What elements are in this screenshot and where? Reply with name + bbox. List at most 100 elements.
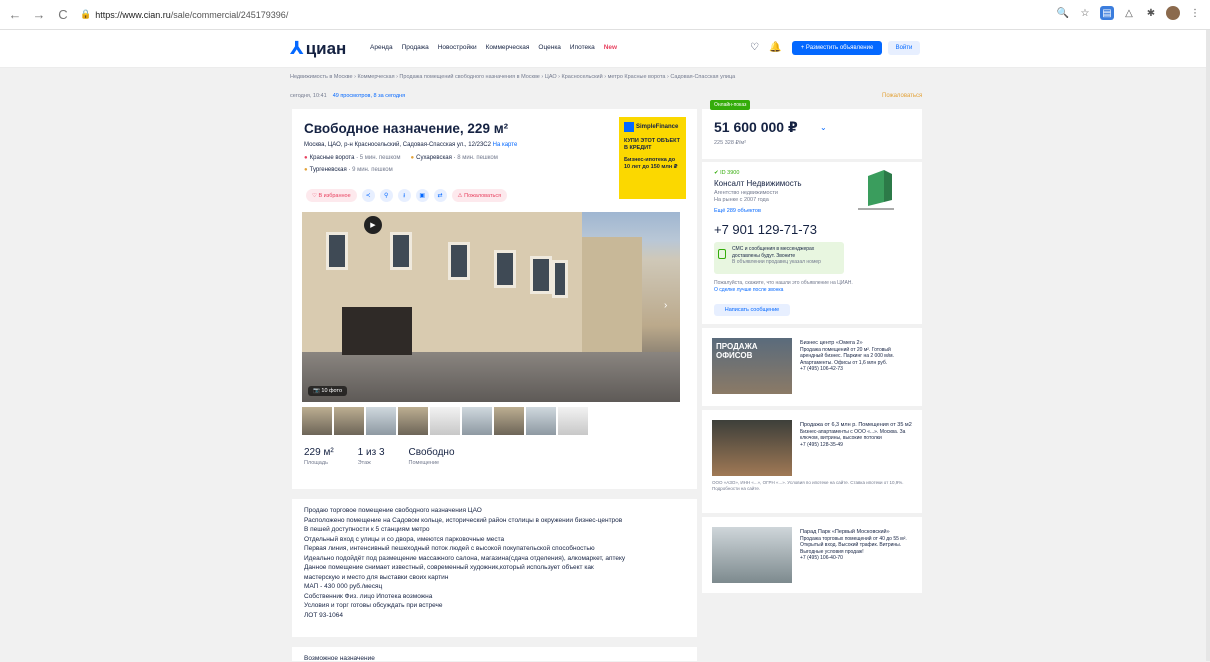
page-title: Свободное назначение, 229 м² xyxy=(304,121,509,136)
promo-logo-icon xyxy=(624,122,634,132)
phone-icon xyxy=(718,249,726,259)
views-count[interactable]: 49 просмотров, 8 за сегодня xyxy=(333,93,405,99)
logo-mark-icon: ⅄ xyxy=(290,38,304,58)
thumbnail[interactable] xyxy=(430,407,460,435)
thumbnail[interactable] xyxy=(558,407,588,435)
photo-door xyxy=(342,307,412,355)
complain-button[interactable]: ⚠ Пожаловаться xyxy=(451,189,508,202)
map-link[interactable]: На карте xyxy=(493,142,518,148)
side-ad[interactable]: ПРОДАЖА ОФИСОВ Бизнес центр «Омега 2» Пр… xyxy=(702,328,922,406)
metro-item[interactable]: ● Сухаревская · 8 мин. пешком xyxy=(410,155,497,161)
play-icon[interactable]: ▶ xyxy=(364,216,382,234)
agent-id: ✔ ID 3900 xyxy=(714,170,740,176)
back-icon[interactable]: ← xyxy=(6,6,24,24)
photo-window xyxy=(552,260,568,298)
main-photo[interactable]: ▶ › 📷 10 фото xyxy=(302,212,680,402)
favorite-button[interactable]: ♡ В избранное xyxy=(306,189,357,202)
address-text[interactable]: Москва, ЦАО, р-н Красносельский, Садовая… xyxy=(304,142,491,148)
thumbnail[interactable] xyxy=(366,407,396,435)
agent-card: ✔ ID 3900 Консалт Недвижимость Агентство… xyxy=(702,162,922,324)
listing-meta: сегодня, 10:41 49 просмотров, 8 за сегод… xyxy=(290,93,405,99)
notifications-icon[interactable]: 🔔 xyxy=(769,42,781,53)
share-icon[interactable]: ≺ xyxy=(361,189,375,202)
complain-link[interactable]: Пожаловаться xyxy=(882,93,922,99)
photo-window xyxy=(494,250,516,288)
reload-icon[interactable]: C xyxy=(54,6,72,24)
ad-text: Бизнес центр «Омега 2» Продажа помещений… xyxy=(800,340,894,372)
thumbnail[interactable] xyxy=(398,407,428,435)
star-icon[interactable]: ☆ xyxy=(1078,6,1092,20)
nav-item-mortgage[interactable]: Ипотека xyxy=(570,44,595,51)
chevron-right-icon[interactable]: › xyxy=(664,300,676,314)
address-bar[interactable]: 🔒 https://www.cian.ru /sale/commercial/2… xyxy=(80,5,380,25)
agent-objects-link[interactable]: Ещё 289 объектов xyxy=(714,208,761,214)
chevron-down-icon[interactable]: ⌄ xyxy=(820,123,827,132)
photo-window xyxy=(326,232,348,270)
puzzle-icon[interactable]: ✱ xyxy=(1144,6,1158,20)
download-icon[interactable]: ⭳ xyxy=(397,189,411,202)
site-header: ⅄ циан Аренда Продажа Новостройки Коммер… xyxy=(0,30,1210,68)
ad-image: ПРОДАЖА ОФИСОВ xyxy=(712,338,792,394)
price-card: 51 600 000 ₽ ⌄ 225 328 ₽/м² xyxy=(702,109,922,159)
metro-row: ● Красные ворота · 5 мин. пешком ● Сухарев… xyxy=(304,155,498,161)
metro-row: ● Тургеневская · 9 мин. пешком xyxy=(304,167,393,173)
thumbnail[interactable] xyxy=(526,407,556,435)
updated-time: сегодня, 10:41 xyxy=(290,93,327,99)
agent-logo xyxy=(858,170,894,210)
photo-building xyxy=(582,237,642,357)
promo-banner[interactable]: SimpleFinance КУПИ ЭТОТ ОБЪЕКТ В КРЕДИТ … xyxy=(619,117,686,199)
call-note: Пожалуйста, скажите, что нашли это объяв… xyxy=(714,280,853,293)
extension-icon[interactable]: ▤ xyxy=(1100,6,1114,20)
cian-logo[interactable]: ⅄ циан xyxy=(290,38,346,59)
photo-window xyxy=(530,256,552,294)
thumbnail[interactable] xyxy=(494,407,524,435)
thumbnail[interactable] xyxy=(334,407,364,435)
place-ad-button[interactable]: + Разместить объявление xyxy=(792,41,882,55)
nav-item-new[interactable]: New xyxy=(604,44,617,51)
lock-icon: 🔒 xyxy=(80,9,92,19)
metro-item[interactable]: ● Тургеневская · 9 мин. пешком xyxy=(304,167,393,173)
browser-toolbar: ← → C 🔒 https://www.cian.ru /sale/commer… xyxy=(0,0,1210,30)
nav-item-sale[interactable]: Продажа xyxy=(402,44,429,51)
side-ad[interactable]: Продажа от 6,3 млн р. Помещения от 35 м2… xyxy=(702,410,922,513)
zoom-icon[interactable]: 🔍 xyxy=(1056,6,1070,20)
metro-item[interactable]: ● Красные ворота · 5 мин. пешком xyxy=(304,155,400,161)
print-icon[interactable]: ▣ xyxy=(415,189,429,202)
side-ad[interactable]: Парад Парк «Первый Московский» Продажа т… xyxy=(702,517,922,593)
nav-item-commercial[interactable]: Коммерческая xyxy=(486,44,530,51)
scrollbar[interactable] xyxy=(1206,30,1210,661)
nav-item-valuation[interactable]: Оценка xyxy=(538,44,561,51)
compare-icon[interactable]: ⇄ xyxy=(433,189,447,202)
avatar[interactable] xyxy=(1166,6,1180,20)
ad-image xyxy=(712,527,792,583)
url-path: /sale/commercial/245179396/ xyxy=(170,9,289,20)
breadcrumb[interactable]: Недвижимость в Москве › Коммерческая › П… xyxy=(290,74,930,80)
agent-name[interactable]: Консалт Недвижимость xyxy=(714,179,802,188)
metro-icon: ● xyxy=(304,155,308,161)
ad-disclaimer: ООО «АЗО», ИНН «...», ОГРН «...». Услови… xyxy=(712,480,904,491)
write-message-button[interactable]: Написать сообщение xyxy=(714,304,790,316)
url-host: https://www.cian.ru xyxy=(95,9,171,20)
ad-image xyxy=(712,420,792,476)
favorites-icon[interactable]: ♡ xyxy=(750,42,759,53)
photo-count[interactable]: 📷 10 фото xyxy=(308,386,348,396)
agent-info: Агентство недвижимости На рынке с 2007 г… xyxy=(714,190,778,203)
listing-card: Свободное назначение, 229 м² Москва, ЦАО… xyxy=(292,109,697,662)
drive-icon[interactable]: △ xyxy=(1122,6,1136,20)
metro-icon: ● xyxy=(410,155,415,161)
photo-thumbnails xyxy=(302,407,588,435)
phone-number[interactable]: +7 901 129-71-73 xyxy=(714,222,817,237)
thumbnail[interactable] xyxy=(462,407,492,435)
nav-item-rent[interactable]: Аренда xyxy=(370,44,393,51)
promo-headline: КУПИ ЭТОТ ОБЪЕКТ В КРЕДИТ xyxy=(624,138,680,151)
promo-offer: Бизнес-ипотека до 10 лет до 150 млн ₽ xyxy=(624,157,678,170)
thumbnail[interactable] xyxy=(302,407,332,435)
link-icon[interactable]: ⚲ xyxy=(379,189,393,202)
login-button[interactable]: Войти xyxy=(888,41,920,55)
forward-icon[interactable]: → xyxy=(30,6,48,24)
nav-item-new-buildings[interactable]: Новостройки xyxy=(438,44,477,51)
photo-window xyxy=(390,232,412,270)
description: Продаю торговое помещение свободного наз… xyxy=(304,507,626,619)
menu-icon[interactable]: ⋮ xyxy=(1188,6,1202,20)
ad-text: Парад Парк «Первый Московский» Продажа т… xyxy=(800,529,907,561)
